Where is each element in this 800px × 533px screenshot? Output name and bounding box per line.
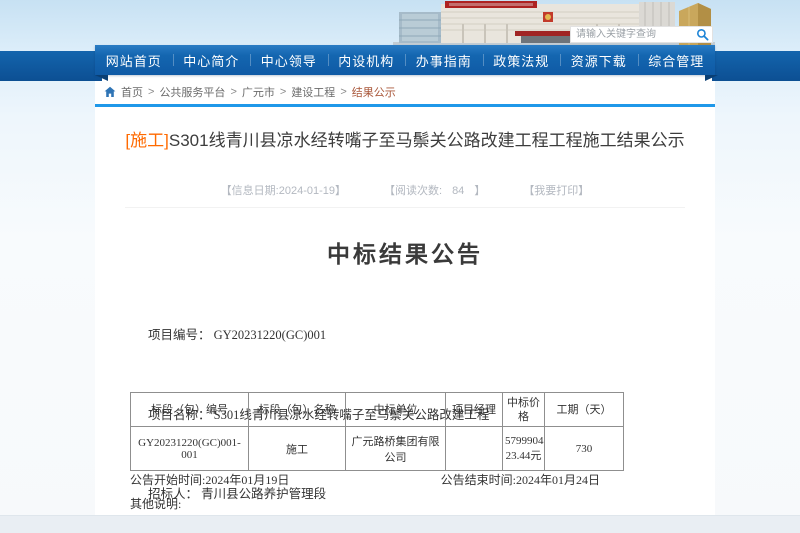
title-text: S301线青川县凉水经转嘴子至马鬃关公路改建工程工程施工结果公示 [169,131,685,150]
breadcrumb: 首页 > 公共服务平台 > 广元市 > 建设工程 > 结果公示 [104,84,396,100]
breadcrumb-item-construction[interactable]: 建设工程 [291,84,335,100]
document-title: 中标结果公告 [95,235,715,269]
other-notes-label: 其他说明: [130,495,181,512]
col-header-winner: 中标单位 [346,393,446,427]
nav-item-guide[interactable]: 办事指南 [405,45,483,75]
article-meta: 【信息日期:2024-01-19】 【阅读次数: 84 】 【我要打印】 [125,182,685,208]
nav-item-admin[interactable]: 综合管理 [638,45,716,75]
bid-result-table: 标段（包）编号 标段（包）名称 中标单位 项目经理 中标价格 工期（天） GY2… [130,392,624,471]
cell-price: 5799904 23.44元 [503,427,545,471]
nav-ribbon-left [0,51,102,81]
nav-ribbon-right [712,51,800,81]
field-project-number: 项目编号： GY20231220(GC)001 [148,322,628,349]
nav-item-downloads[interactable]: 资源下载 [560,45,638,75]
home-icon[interactable] [104,86,116,98]
main-nav: 网站首页 中心简介 中心领导 内设机构 办事指南 政策法规 资源下载 综合管理 [95,45,715,75]
col-header-duration: 工期（天） [545,393,624,427]
breadcrumb-item-city[interactable]: 广元市 [242,84,275,100]
meta-views-suffix: 】 [474,185,485,197]
breadcrumb-item-platform[interactable]: 公共服务平台 [159,84,225,100]
cell-manager [446,427,503,471]
breadcrumb-separator: > [280,86,286,98]
cell-duration: 730 [545,427,624,471]
table-header-row: 标段（包）编号 标段（包）名称 中标单位 项目经理 中标价格 工期（天） [131,393,624,427]
breadcrumb-separator: > [230,86,236,98]
nav-item-home[interactable]: 网站首页 [95,45,173,75]
col-header-section-number: 标段（包）编号 [131,393,249,427]
title-category-tag: [施工] [125,131,168,150]
col-header-section-name: 标段（包）名称 [249,393,346,427]
notice-dates: 公告开始时间:2024年01月19日 公告结束时间:2024年01月24日 [130,471,600,488]
notice-start-date: 公告开始时间:2024年01月19日 [130,471,289,488]
blue-divider [95,104,715,107]
meta-views-count: 84 [452,185,464,197]
meta-views-prefix: 【阅读次数: [384,185,442,197]
search-input[interactable] [574,28,696,41]
breadcrumb-item-home[interactable]: 首页 [121,84,143,100]
nav-item-orgs[interactable]: 内设机构 [328,45,406,75]
nav-item-about[interactable]: 中心简介 [173,45,251,75]
nav-item-policies[interactable]: 政策法规 [483,45,561,75]
cell-section-number: GY20231220(GC)001-001 [131,427,249,471]
page-title: [施工]S301线青川县凉水经转嘴子至马鬃关公路改建工程工程施工结果公示 [110,128,700,153]
col-header-price: 中标价格 [503,393,545,427]
breadcrumb-item-results: 结果公示 [352,84,396,100]
meta-views: 【阅读次数: 84 】 [384,182,485,198]
page: 网站首页 中心简介 中心领导 内设机构 办事指南 政策法规 资源下载 综合管理 … [0,0,800,533]
print-button[interactable]: 【我要打印】 [523,182,589,198]
cell-section-name: 施工 [249,427,346,471]
search-box [570,26,713,43]
meta-date: 【信息日期:2024-01-19】 [221,182,346,198]
col-header-manager: 项目经理 [446,393,503,427]
search-icon[interactable] [696,28,709,41]
nav-item-leaders[interactable]: 中心领导 [250,45,328,75]
breadcrumb-separator: > [340,86,346,98]
breadcrumb-separator: > [148,86,154,98]
table-row: GY20231220(GC)001-001 施工 广元路桥集团有限公司 5799… [131,427,624,471]
notice-end-date: 公告结束时间:2024年01月24日 [441,471,600,488]
cell-winner: 广元路桥集团有限公司 [346,427,446,471]
